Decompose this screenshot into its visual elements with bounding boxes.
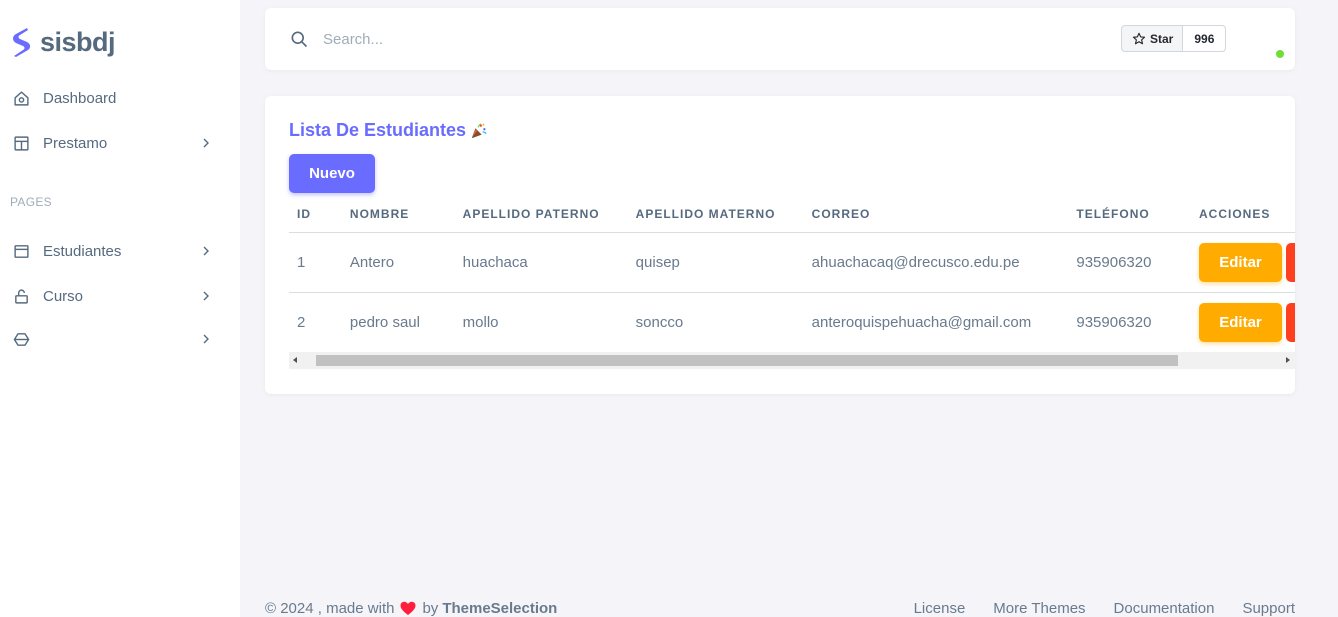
sidebar-item-label: Curso [43, 287, 84, 305]
footer-brand-link[interactable]: ThemeSelection [442, 600, 557, 617]
delete-button[interactable] [1286, 302, 1295, 342]
footer-link-more-themes[interactable]: More Themes [993, 600, 1085, 617]
footer: © 2024 , made with by ThemeSelection Lic… [265, 600, 1295, 617]
column-header-id: ID [289, 196, 342, 233]
cell-apellido-materno: soncco [627, 292, 804, 352]
sidebar-item-label: Dashboard [43, 89, 117, 107]
scrollbar-thumb[interactable] [316, 355, 1178, 366]
home-icon [12, 89, 30, 107]
github-star-button[interactable]: Star [1121, 25, 1184, 52]
cell-correo: ahuachacaq@drecusco.edu.pe [803, 232, 1069, 293]
cell-nombre: pedro saul [341, 292, 455, 352]
delete-button[interactable] [1286, 242, 1295, 282]
column-header-apellido-paterno: APELLIDO PATERNO [454, 196, 628, 233]
cell-apellido-materno: quisep [627, 232, 804, 293]
sidebar-item-curso[interactable]: Curso [0, 276, 240, 316]
chevron-right-icon [200, 137, 212, 149]
cell-nombre: Antero [341, 232, 455, 293]
heart-icon [400, 601, 416, 615]
card-title: Lista De Estudiantes [289, 120, 488, 141]
search-icon [289, 29, 309, 49]
new-student-button[interactable]: Nuevo [289, 154, 375, 193]
table-horizontal-scrollbar[interactable] [289, 352, 1295, 369]
chevron-right-icon [200, 245, 212, 257]
students-table: ID NOMBRE APELLIDO PATERNO APELLIDO MATE… [289, 196, 1295, 352]
table-row: 2 pedro saul mollo soncco anteroquispehu… [289, 292, 1295, 352]
chevron-right-icon [200, 290, 212, 302]
column-header-nombre: NOMBRE [341, 196, 455, 233]
footer-by: by [422, 600, 439, 617]
star-icon [1132, 32, 1146, 44]
table-header-row: ID NOMBRE APELLIDO PATERNO APELLIDO MATE… [289, 196, 1295, 233]
lock-icon [12, 287, 30, 305]
online-status-dot [1276, 50, 1284, 58]
footer-links: License More Themes Documentation Suppor… [886, 600, 1295, 617]
column-header-telefono: TELÉFONO [1068, 196, 1191, 233]
brand[interactable]: sisbdj [10, 26, 116, 58]
cube-icon [12, 330, 30, 348]
brand-logo-icon [13, 28, 31, 57]
students-card: Lista De Estudiantes Nuevo ID NOMBRE APE… [265, 96, 1295, 394]
sidebar-item-prestamo[interactable]: Prestamo [0, 123, 240, 163]
window-icon [12, 242, 30, 260]
footer-link-support[interactable]: Support [1242, 600, 1295, 617]
cell-apellido-paterno: mollo [454, 292, 628, 352]
sidebar-item-dashboard[interactable]: Dashboard [0, 78, 240, 118]
footer-link-documentation[interactable]: Documentation [1114, 600, 1215, 617]
footer-copyright: © 2024 , made with [265, 600, 395, 617]
top-navbar: Star 996 [265, 8, 1295, 70]
party-popper-icon [471, 122, 487, 138]
menu-section-header: PAGES [10, 195, 52, 209]
cell-correo: anteroquispehuacha@gmail.com [803, 292, 1069, 352]
github-star-label: Star [1150, 31, 1174, 46]
github-star-widget[interactable]: Star 996 [1121, 25, 1227, 52]
cell-telefono: 935906320 [1068, 292, 1191, 352]
cell-apellido-paterno: huachaca [454, 232, 628, 293]
search-input[interactable] [323, 26, 723, 52]
sidebar-item-misc[interactable] [0, 319, 240, 359]
github-star-count[interactable]: 996 [1183, 25, 1227, 52]
sidebar-item-label: Prestamo [43, 134, 108, 152]
edit-button[interactable]: Editar [1199, 242, 1282, 282]
cell-id: 2 [289, 292, 342, 352]
column-header-apellido-materno: APELLIDO MATERNO [627, 196, 804, 233]
students-table-wrapper: ID NOMBRE APELLIDO PATERNO APELLIDO MATE… [289, 196, 1295, 352]
footer-link-license[interactable]: License [914, 600, 966, 617]
cell-acciones: Editar [1191, 232, 1295, 293]
sidebar-item-label: Estudiantes [43, 242, 122, 260]
column-header-correo: CORREO [803, 196, 1069, 233]
layout-icon [12, 134, 30, 152]
footer-credits: © 2024 , made with by ThemeSelection [265, 600, 557, 617]
sidebar: sisbdj Dashboard Prestamo PAGES Estudian… [0, 0, 240, 617]
chevron-right-icon [200, 333, 212, 345]
sidebar-item-estudiantes[interactable]: Estudiantes [0, 231, 240, 271]
card-title-text: Lista De Estudiantes [289, 120, 467, 140]
cell-id: 1 [289, 232, 342, 293]
cell-telefono: 935906320 [1068, 232, 1191, 293]
scroll-left-arrow-icon[interactable] [293, 357, 297, 363]
edit-button[interactable]: Editar [1199, 302, 1282, 342]
column-header-acciones: ACCIONES [1191, 196, 1295, 233]
table-row: 1 Antero huachaca quisep ahuachacaq@drec… [289, 232, 1295, 293]
brand-name: sisbdj [40, 26, 116, 57]
scroll-right-arrow-icon[interactable] [1286, 357, 1290, 363]
cell-acciones: Editar [1191, 292, 1295, 352]
